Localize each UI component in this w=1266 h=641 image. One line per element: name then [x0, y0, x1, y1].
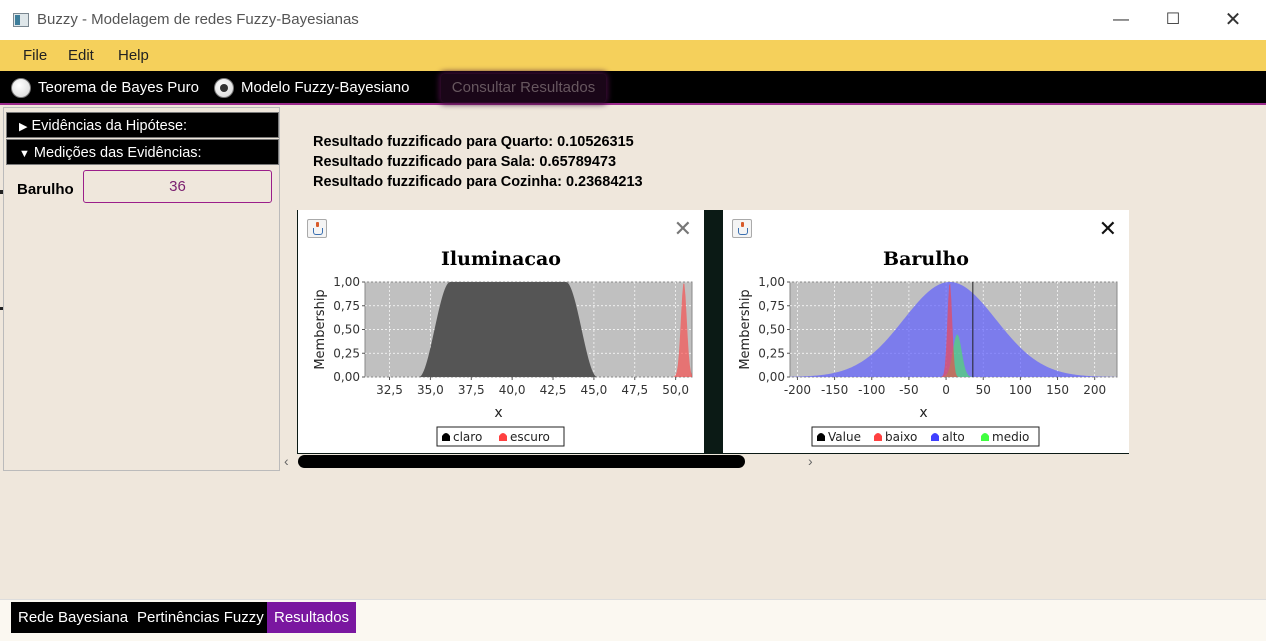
close-icon[interactable]: ✕	[1099, 216, 1117, 242]
y-tick-label: 0,25	[333, 346, 360, 360]
x-tick-label: 150	[1046, 383, 1069, 397]
tab-rede-bayesiana[interactable]: Rede Bayesiana	[11, 602, 136, 633]
x-tick-label: 40,0	[499, 383, 526, 397]
y-tick-label: 0,25	[758, 346, 785, 360]
mode-toolbar: Teorema de Bayes Puro Modelo Fuzzy-Bayes…	[0, 71, 1266, 105]
y-tick-label: 0,00	[758, 370, 785, 384]
results-text: Resultado fuzzificado para Quarto: 0.105…	[313, 132, 643, 192]
accordion-evidencias-hipotese[interactable]: ▶ Evidências da Hipótese:	[6, 112, 279, 138]
chart-iluminacao: 0,00 0,25 0,50 0,75 1,00 32,5 35,0 37,5 40,0 42,5…	[313, 275, 693, 447]
chart-title: Iluminacao	[441, 248, 561, 270]
y-tick-label: 0,75	[333, 299, 360, 313]
menu-help[interactable]: Help	[118, 47, 149, 64]
title-bar: Buzzy - Modelagem de redes Fuzzy-Bayesia…	[0, 0, 1266, 40]
chart-title: Barulho	[883, 248, 969, 270]
y-tick-label: 1,00	[333, 275, 360, 289]
java-icon	[732, 219, 752, 238]
chevron-down-icon: ▼	[19, 148, 30, 160]
y-axis-label: Membership	[738, 289, 753, 369]
x-tick-label: -50	[899, 383, 919, 397]
x-tick-label: 50,0	[662, 383, 689, 397]
tab-pertinencias-fuzzy[interactable]: Pertinências Fuzzy	[130, 602, 271, 633]
bottom-tab-bar: Rede Bayesiana Pertinências Fuzzy Result…	[0, 599, 1266, 641]
x-tick-label: 47,5	[621, 383, 648, 397]
y-tick-label: 1,00	[758, 275, 785, 289]
horizontal-scrollbar-thumb[interactable]	[298, 455, 745, 468]
window-title: Buzzy - Modelagem de redes Fuzzy-Bayesia…	[37, 11, 359, 28]
x-tick-label: 42,5	[540, 383, 567, 397]
radio-bayes-puro-label[interactable]: Teorema de Bayes Puro	[38, 79, 199, 96]
legend-label: medio	[992, 430, 1029, 444]
chevron-right-icon: ▶	[19, 121, 28, 133]
chart-window-barulho: ✕ Barulho 0,00 0,25 0,50 0,75 1,00 -200 -150 -1…	[723, 210, 1129, 453]
x-tick-label: -100	[858, 383, 885, 397]
accordion-label: Evidências da Hipótese:	[31, 118, 188, 134]
minimize-button[interactable]: —	[1098, 6, 1144, 34]
x-tick-label: -200	[784, 383, 811, 397]
legend-label: baixo	[885, 430, 917, 444]
app-icon	[13, 13, 29, 27]
legend-label: claro	[453, 430, 482, 444]
accordion-medicoes-evidencias[interactable]: ▼ Medições das Evidências:	[6, 139, 279, 165]
x-tick-label: 50	[976, 383, 991, 397]
legend-label: Value	[828, 430, 861, 444]
y-tick-label: 0,75	[758, 299, 785, 313]
legend-label: alto	[942, 430, 965, 444]
chart-scroll-pane: ✕ Iluminacao 0,00 0,25 0,50 0,75 1,00 32,5 35,…	[297, 210, 1129, 454]
menu-edit[interactable]: Edit	[68, 47, 94, 64]
maximize-button[interactable]: ☐	[1150, 6, 1196, 34]
x-tick-label: 0	[942, 383, 950, 397]
barulho-input[interactable]: 36	[83, 170, 272, 203]
radio-fuzzy-bayesiano-label[interactable]: Modelo Fuzzy-Bayesiano	[241, 79, 409, 96]
consultar-resultados-button[interactable]: Consultar Resultados	[441, 74, 606, 102]
y-tick-label: 0,50	[333, 323, 360, 337]
result-line-sala: Resultado fuzzificado para Sala: 0.65789…	[313, 154, 617, 170]
scroll-right-icon[interactable]: ›	[808, 453, 813, 469]
result-line-quarto: Resultado fuzzificado para Quarto: 0.105…	[313, 134, 634, 150]
menu-bar: File Edit Help	[0, 40, 1266, 71]
x-tick-label: 200	[1083, 383, 1106, 397]
x-tick-label: 45,0	[581, 383, 608, 397]
y-axis-label: Membership	[313, 289, 328, 369]
x-axis-label: x	[494, 405, 502, 421]
close-icon[interactable]: ✕	[674, 216, 692, 242]
x-tick-label: 100	[1009, 383, 1032, 397]
x-tick-label: 37,5	[458, 383, 485, 397]
result-line-cozinha: Resultado fuzzificado para Cozinha: 0.23…	[313, 174, 643, 190]
menu-file[interactable]: File	[23, 47, 47, 64]
x-tick-label: 32,5	[376, 383, 403, 397]
legend: claro escuro	[436, 426, 565, 447]
legend-label: escuro	[510, 430, 550, 444]
radio-fuzzy-bayesiano[interactable]	[214, 78, 234, 98]
legend: Value baixo alto medio	[811, 426, 1040, 447]
scroll-left-icon[interactable]: ‹	[284, 453, 289, 469]
sidebar: ▶ Evidências da Hipótese: ▼ Medições das…	[3, 107, 280, 471]
close-window-button[interactable]: ✕	[1210, 6, 1256, 34]
x-tick-label: 35,0	[417, 383, 444, 397]
x-axis-label: x	[919, 405, 927, 421]
java-icon	[307, 219, 327, 238]
y-tick-label: 0,00	[333, 370, 360, 384]
chart-barulho: 0,00 0,25 0,50 0,75 1,00 -200 -150 -100 -50 0 50 10…	[738, 275, 1118, 447]
chart-window-iluminacao: ✕ Iluminacao 0,00 0,25 0,50 0,75 1,00 32,5 35,…	[298, 210, 704, 453]
x-tick-label: -150	[821, 383, 848, 397]
radio-bayes-puro[interactable]	[11, 78, 31, 98]
accordion-label: Medições das Evidências:	[33, 145, 202, 161]
barulho-label: Barulho	[17, 181, 74, 198]
y-tick-label: 0,50	[758, 323, 785, 337]
tab-resultados[interactable]: Resultados	[267, 602, 357, 633]
